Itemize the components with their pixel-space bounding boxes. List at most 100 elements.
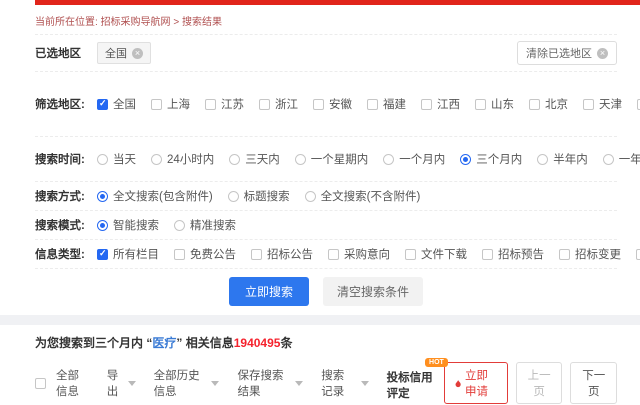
region-option[interactable]: 江苏 [205,96,244,112]
option-label: 全国 [113,96,136,112]
radio-icon[interactable] [174,220,185,231]
option-label: 安徽 [329,96,352,112]
checkbox-icon[interactable] [328,249,339,260]
checkbox-icon[interactable] [583,99,594,110]
region-option[interactable]: 福建 [367,96,406,112]
checkbox-icon[interactable] [559,249,570,260]
summary-prefix: 为您搜索到三个月内 [35,336,143,350]
radio-icon[interactable] [97,154,108,165]
mode-option[interactable]: 标题搜索 [228,188,290,204]
info-type-option[interactable]: 采购意向 [328,246,390,262]
region-filter-row: 筛选地区: 全国 上海 江苏 浙江 安徽 福建 江西 山东 北京 天津 河北 山… [35,72,617,137]
search-model-row: 搜索模式: 智能搜索 精准搜索 [35,211,617,240]
info-type-option[interactable]: 招标公告 [251,246,313,262]
radio-icon[interactable] [97,220,108,231]
radio-icon[interactable] [229,154,240,165]
region-option[interactable]: 浙江 [259,96,298,112]
save-results-label: 保存搜索结果 [237,367,290,399]
time-option[interactable]: 三天内 [229,151,280,167]
checkbox-icon[interactable] [313,99,324,110]
option-label: 文件下载 [421,246,467,262]
option-label: 一年内 [619,151,640,167]
region-option[interactable]: 天津 [583,96,622,112]
radio-icon[interactable] [305,191,316,202]
summary-middle: 相关信息 [186,336,234,350]
region-option[interactable]: 北京 [529,96,568,112]
info-type-option[interactable]: 文件下载 [405,246,467,262]
selected-region-tag[interactable]: 全国 × [97,42,151,64]
next-page-button[interactable]: 下一页 [570,362,617,404]
checkbox-icon[interactable] [529,99,540,110]
mode-option-selected[interactable]: 全文搜索(包含附件) [97,188,213,204]
radio-icon[interactable] [97,191,108,202]
clear-selected-regions-button[interactable]: 清除已选地区 × [517,41,617,65]
region-option[interactable]: 江西 [421,96,460,112]
time-option-selected[interactable]: 三个月内 [460,151,522,167]
option-label: 福建 [383,96,406,112]
results-toolbar: 全部信息 导出 全部历史信息 保存搜索结果 搜索记录 投标信用评定 HOT 立即… [35,355,617,405]
time-option[interactable]: 当天 [97,151,136,167]
checkbox-icon[interactable] [475,99,486,110]
option-label: 精准搜索 [190,217,236,233]
apply-now-button[interactable]: 立即申请 [444,362,508,404]
region-option[interactable]: 山东 [475,96,514,112]
export-menu[interactable]: 导出 [107,367,136,399]
checkbox-icon[interactable] [405,249,416,260]
search-now-button[interactable]: 立即搜索 [229,277,309,306]
model-option[interactable]: 精准搜索 [174,217,236,233]
info-type-row: 信息类型: 所有栏目 免费公告 招标公告 采购意向 文件下载 招标预告 招标变更… [35,240,617,269]
breadcrumb-site-link[interactable]: 招标采购导航网 [101,17,171,28]
mode-option[interactable]: 全文搜索(不含附件) [305,188,421,204]
option-label: 标题搜索 [244,188,290,204]
radio-icon[interactable] [383,154,394,165]
time-option[interactable]: 一个月内 [383,151,445,167]
breadcrumb-separator: > [173,17,179,28]
info-type-option[interactable]: 中标结果 [636,246,640,262]
checkbox-icon[interactable] [174,249,185,260]
radio-icon[interactable] [295,154,306,165]
checkbox-icon[interactable] [636,249,640,260]
time-option[interactable]: 24小时内 [151,151,214,167]
region-option-national[interactable]: 全国 [97,96,136,112]
prev-page-button[interactable]: 上一页 [516,362,563,404]
model-option-selected[interactable]: 智能搜索 [97,217,159,233]
option-label: 当天 [113,151,136,167]
search-records-menu[interactable]: 搜索记录 [321,367,368,399]
info-type-option-selected[interactable]: 所有栏目 [97,246,159,262]
checkbox-icon[interactable] [205,99,216,110]
info-type-option[interactable]: 招标预告 [482,246,544,262]
region-option[interactable]: 安徽 [313,96,352,112]
radio-icon[interactable] [151,154,162,165]
clear-filters-button[interactable]: 清空搜索条件 [323,277,423,306]
checkbox-icon[interactable] [97,249,108,260]
checkbox-icon[interactable] [367,99,378,110]
checkbox-icon[interactable] [151,99,162,110]
checkbox-icon[interactable] [251,249,262,260]
select-all-checkbox[interactable]: 全部信息 [35,367,89,399]
save-results-menu[interactable]: 保存搜索结果 [237,367,303,399]
chevron-down-icon [295,381,303,386]
time-option[interactable]: 一年内 [603,151,640,167]
checkbox-icon[interactable] [97,99,108,110]
history-menu[interactable]: 全部历史信息 [154,367,220,399]
option-label: 江西 [437,96,460,112]
select-all-label: 全部信息 [56,367,89,399]
region-option[interactable]: 上海 [151,96,190,112]
time-option[interactable]: 半年内 [537,151,588,167]
info-type-option[interactable]: 招标变更 [559,246,621,262]
radio-icon[interactable] [460,154,471,165]
time-option[interactable]: 一个星期内 [295,151,369,167]
option-label: 江苏 [221,96,244,112]
option-label: 招标预告 [498,246,544,262]
checkbox-icon[interactable] [35,378,46,389]
info-type-option[interactable]: 免费公告 [174,246,236,262]
checkbox-icon[interactable] [421,99,432,110]
checkbox-icon[interactable] [259,99,270,110]
checkbox-icon[interactable] [482,249,493,260]
radio-icon[interactable] [603,154,614,165]
remove-region-icon[interactable]: × [132,48,143,59]
radio-icon[interactable] [537,154,548,165]
radio-icon[interactable] [228,191,239,202]
search-mode-row: 搜索方式: 全文搜索(包含附件) 标题搜索 全文搜索(不含附件) [35,182,617,211]
history-label: 全部历史信息 [154,367,207,399]
